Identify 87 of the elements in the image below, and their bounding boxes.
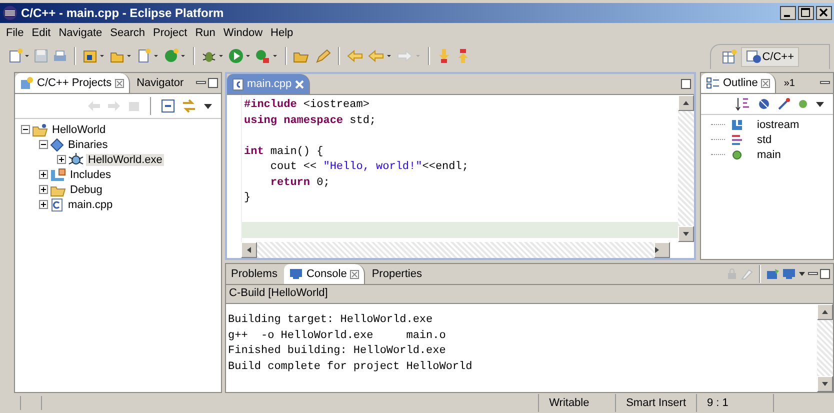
expand-icon[interactable]: [39, 170, 48, 179]
dropdown-icon[interactable]: [815, 100, 825, 108]
maximize-icon[interactable]: [208, 78, 218, 88]
console-output: Building target: HelloWorld.exe g++ -o HelloWorld.exe main.o Finished building: HelloWorld.exe Build complete for project HelloWorld: [227, 313, 474, 374]
maximize-button[interactable]: [798, 6, 814, 20]
perspective-label: C/C++: [762, 50, 794, 62]
menu-item[interactable]: File: [2, 26, 28, 38]
pencil-icon[interactable]: [314, 48, 332, 64]
tab-label: Problems: [231, 268, 278, 280]
view-tab[interactable]: Console: [284, 264, 365, 284]
outline-icon: [706, 77, 720, 89]
outline-item[interactable]: main: [757, 148, 781, 160]
window-title: C/C++ - main.cpp - Eclipse Platform: [21, 6, 224, 20]
menu-item[interactable]: Help: [266, 26, 298, 38]
open-perspective-icon[interactable]: [721, 48, 738, 64]
view-tab[interactable]: Navigator: [132, 73, 189, 93]
project-icon: [20, 76, 34, 90]
view-tab[interactable]: Problems: [226, 264, 282, 284]
more-views-button[interactable]: »1: [784, 78, 795, 88]
monitor-icon: [289, 268, 304, 280]
view-tab[interactable]: C/C++ Projects: [15, 73, 130, 93]
outline-tab[interactable]: Outline: [701, 73, 776, 93]
include-icon: [731, 118, 743, 130]
status-field: 9 : 1: [696, 394, 773, 412]
maximize-icon[interactable]: [820, 269, 830, 279]
function-icon: [731, 148, 743, 160]
folder-icon: [32, 122, 48, 136]
tab-label: Properties: [372, 268, 422, 280]
menu-item[interactable]: Navigate: [54, 26, 106, 38]
diamond-icon: [50, 138, 64, 152]
status-field: Writable: [538, 394, 616, 412]
perspective-button[interactable]: C/C++: [741, 46, 799, 66]
expand-icon[interactable]: [57, 155, 66, 164]
dot-icon[interactable]: [797, 98, 809, 110]
print-icon[interactable]: [52, 48, 68, 64]
menu-item[interactable]: Window: [219, 26, 267, 38]
tree-item[interactable]: Debug: [68, 184, 104, 196]
sort-icon[interactable]: [735, 97, 751, 111]
run-icon[interactable]: [228, 48, 252, 64]
collapse-all-icon[interactable]: [161, 99, 175, 113]
menu-item[interactable]: Edit: [28, 26, 55, 38]
namespace-icon: [731, 134, 743, 146]
dropdown-icon[interactable]: [798, 270, 806, 278]
outline-item[interactable]: std: [757, 134, 772, 146]
view-tab[interactable]: Properties: [366, 264, 427, 284]
tab-label: C/C++ Projects: [37, 77, 112, 89]
menu-item[interactable]: Search: [106, 26, 149, 38]
maximize-icon[interactable]: [681, 79, 691, 89]
close-icon[interactable]: [350, 270, 359, 278]
code-editor[interactable]: #include <iostream> using namespace std; int main() { cout << "Hello, world!"<<endl; return 0; }: [242, 95, 678, 242]
tree-item[interactable]: Includes: [68, 168, 113, 180]
tree-item[interactable]: Binaries: [66, 138, 110, 150]
tree-item[interactable]: HelloWorld: [50, 124, 108, 136]
collapse-icon[interactable]: [39, 140, 48, 149]
tab-label: Outline: [723, 77, 758, 89]
outline-item[interactable]: iostream: [757, 118, 800, 130]
tab-label: Navigator: [136, 77, 184, 89]
expand-icon[interactable]: [39, 200, 48, 209]
link-arrows-icon[interactable]: [181, 99, 197, 113]
new-project-icon[interactable]: [82, 48, 106, 64]
console-title: C-Build [HelloWorld]: [226, 285, 833, 304]
library-icon: [50, 168, 66, 182]
menu-item[interactable]: Run: [191, 26, 220, 38]
status-field: Smart Insert: [615, 394, 696, 412]
dropdown-icon[interactable]: [203, 102, 213, 110]
vertical-scrollbar[interactable]: [817, 304, 833, 392]
close-icon[interactable]: [114, 78, 124, 88]
minimize-button[interactable]: [780, 6, 796, 20]
new-file-icon[interactable]: [8, 48, 30, 64]
bug-icon: [68, 152, 84, 166]
vertical-scrollbar[interactable]: [678, 95, 694, 242]
tab-label: main.cpp: [247, 78, 292, 90]
source-file-icon: [232, 78, 244, 90]
close-button[interactable]: [816, 6, 832, 20]
perspective-icon: [746, 50, 762, 64]
new-source-file-icon[interactable]: [136, 48, 160, 64]
close-icon[interactable]: [760, 78, 770, 88]
source-file-icon: [50, 198, 64, 212]
collapse-icon[interactable]: [21, 125, 30, 134]
menu-item[interactable]: Project: [148, 26, 192, 38]
tree-item[interactable]: HelloWorld.exe: [86, 154, 164, 166]
tree-item[interactable]: main.cpp: [66, 198, 115, 210]
hide-fields-icon[interactable]: [757, 97, 771, 111]
expand-icon[interactable]: [39, 185, 48, 194]
horizontal-scrollbar[interactable]: [241, 242, 670, 258]
save-icon[interactable]: [33, 48, 49, 64]
tab-label: Console: [306, 268, 347, 280]
